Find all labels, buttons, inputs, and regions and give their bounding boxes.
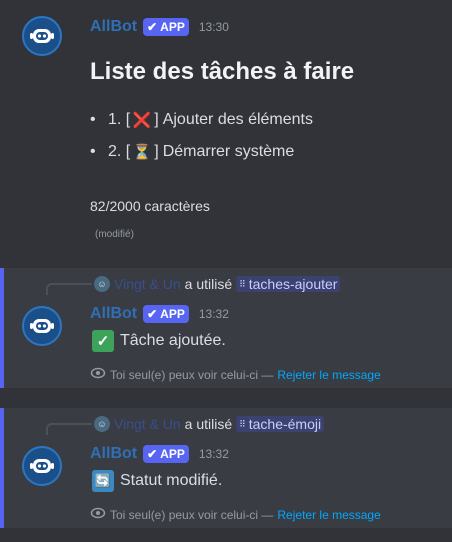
app-badge: ✔ APP <box>143 305 189 323</box>
check-icon: ✔ <box>147 447 158 461</box>
ephemeral-message-added: ☺ Vingt & Un a utilisé ⠿ taches-ajouter … <box>0 268 452 388</box>
hourglass-icon: ⏳ <box>132 144 152 161</box>
message-content: ✓ Tâche ajoutée. <box>90 330 226 352</box>
command-reply-header: ☺ Vingt & Un a utilisé ⠿ tache-émoji <box>94 414 325 434</box>
message-task-list: AllBot ✔ APP 13:30 Liste des tâches à fa… <box>0 0 452 260</box>
message-text: Tâche ajoutée. <box>120 332 226 349</box>
bot-avatar[interactable] <box>22 306 62 346</box>
slash-command-icon: ⠿ <box>239 278 246 289</box>
reply-action: a utilisé <box>184 276 233 292</box>
task-number: 2. [ <box>108 143 131 160</box>
bot-avatar[interactable] <box>22 16 62 56</box>
ephemeral-footer: Toi seul(e) peux voir celui-ci — Rejeter… <box>90 365 381 384</box>
ephemeral-note: Toi seul(e) peux voir celui-ci — <box>110 367 274 382</box>
bullet: • <box>90 111 96 128</box>
timestamp: 13:32 <box>198 447 229 461</box>
character-counter: 82/2000 caractères <box>90 198 210 214</box>
ephemeral-message-status: ☺ Vingt & Un a utilisé ⠿ tache-émoji All… <box>0 408 452 528</box>
check-mark-button-icon: ✓ <box>92 330 114 352</box>
command-label: taches-ajouter <box>248 276 338 292</box>
message-text: Statut modifié. <box>120 472 223 489</box>
command-reply-header: ☺ Vingt & Un a utilisé ⠿ taches-ajouter <box>94 274 341 294</box>
robot-headset-icon <box>30 29 54 43</box>
reply-username[interactable]: Vingt & Un <box>114 276 181 292</box>
user-avatar[interactable]: ☺ <box>94 276 110 292</box>
repeat-arrows-icon: 🔄 <box>92 470 114 492</box>
command-name[interactable]: ⠿ taches-ajouter <box>236 276 341 292</box>
user-avatar[interactable]: ☺ <box>94 416 110 432</box>
task-bracket: ] <box>154 111 159 128</box>
eye-icon <box>90 365 106 384</box>
timestamp: 13:32 <box>198 307 229 321</box>
task-item: • 1. [ ❌ ] Ajouter des éléments <box>90 104 313 136</box>
check-icon: ✔ <box>147 20 158 34</box>
bullet: • <box>90 143 96 160</box>
robot-headset-icon <box>30 459 54 473</box>
robot-headset-icon <box>30 319 54 333</box>
command-label: tache-émoji <box>248 416 322 432</box>
embed-title: Liste des tâches à faire <box>90 58 355 85</box>
ephemeral-note: Toi seul(e) peux voir celui-ci — <box>110 507 274 522</box>
command-name[interactable]: ⠿ tache-émoji <box>236 416 325 432</box>
check-icon: ✔ <box>147 307 158 321</box>
task-text: Démarrer système <box>162 143 295 160</box>
app-badge: ✔ APP <box>143 18 189 36</box>
app-badge-label: APP <box>160 307 185 321</box>
reply-connector <box>46 423 92 435</box>
reply-action: a utilisé <box>184 416 233 432</box>
app-badge: ✔ APP <box>143 445 189 463</box>
task-list: • 1. [ ❌ ] Ajouter des éléments • 2. [ ⏳… <box>90 104 313 168</box>
bot-avatar[interactable] <box>22 446 62 486</box>
ephemeral-footer: Toi seul(e) peux voir celui-ci — Rejeter… <box>90 505 381 524</box>
dismiss-message-link[interactable]: Rejeter le message <box>277 368 380 382</box>
reply-username[interactable]: Vingt & Un <box>114 416 181 432</box>
message-content: 🔄 Statut modifié. <box>90 470 222 492</box>
timestamp: 13:30 <box>198 20 229 34</box>
author-name[interactable]: AllBot <box>90 18 137 36</box>
reply-connector <box>46 283 92 295</box>
cross-mark-icon: ❌ <box>132 112 152 129</box>
author-name[interactable]: AllBot <box>90 445 137 463</box>
task-bracket: ] <box>154 143 159 160</box>
slash-command-icon: ⠿ <box>239 418 246 429</box>
dismiss-message-link[interactable]: Rejeter le message <box>277 508 380 522</box>
task-number: 1. [ <box>108 111 131 128</box>
app-badge-label: APP <box>160 447 185 461</box>
edited-label: (modifié) <box>95 229 134 240</box>
task-item: • 2. [ ⏳ ] Démarrer système <box>90 136 313 168</box>
task-text: Ajouter des éléments <box>162 111 313 128</box>
app-badge-label: APP <box>160 20 185 34</box>
eye-icon <box>90 505 106 524</box>
author-name[interactable]: AllBot <box>90 305 137 323</box>
